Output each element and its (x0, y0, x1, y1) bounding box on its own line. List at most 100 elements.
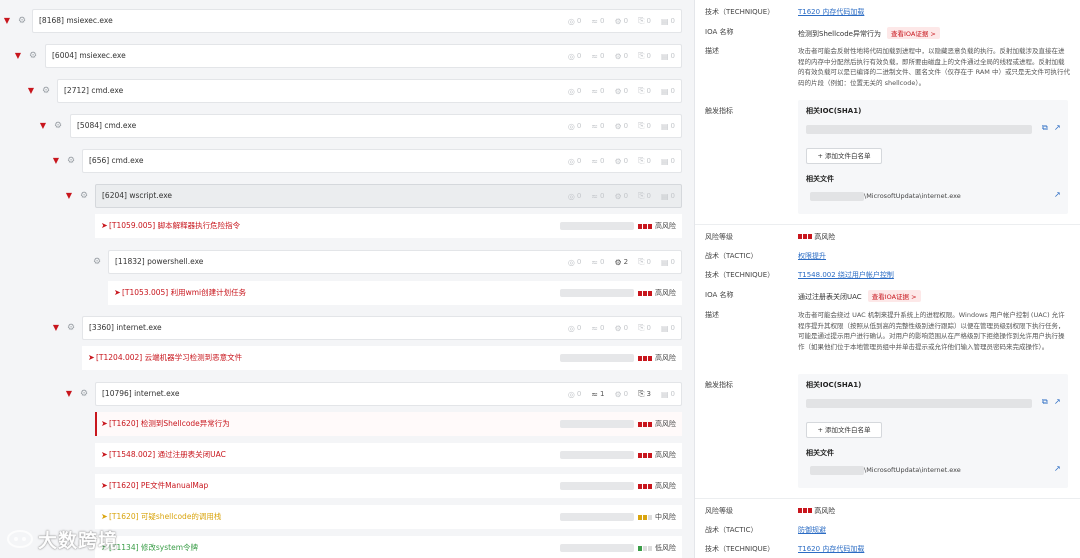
stat-counter[interactable]: ◎ 0 (568, 87, 581, 96)
stat-counter[interactable]: ⚙ 0 (614, 390, 628, 399)
copy-icon[interactable]: ⧉ (1042, 397, 1048, 407)
stat-counter[interactable]: ≈0 (591, 122, 604, 131)
stat-counter[interactable]: ◎ 0 (568, 17, 581, 26)
add-whitelist-button[interactable]: + 添加文件白名单 (806, 422, 882, 438)
process-node[interactable]: [10796] internet.exe ◎ 0 ≈1 ⚙ 0 ⎘ 3 ▤ 0 (95, 382, 682, 406)
stat-counter[interactable]: ⚙ 0 (614, 324, 628, 333)
stat-counter[interactable]: ⚙ 2 (614, 258, 628, 267)
stat-counter[interactable]: ▤ 0 (661, 258, 675, 267)
alert-text: [T1620] PE文件ManualMap (109, 481, 209, 490)
process-stats: ◎ 0 ≈0 ⚙ 0 ⎘ 0 ▤ 0 (568, 150, 675, 172)
alert-item[interactable]: ➤ [T1620] PE文件ManualMap 高风险 (95, 474, 682, 498)
alert-item[interactable]: ➤ [T1059.005] 脚本解释器执行危险指令 高风险 (95, 214, 682, 238)
tactic-link[interactable]: 防御规避 (798, 525, 826, 535)
alert-item[interactable]: ➤ [T1204.002] 云端机器学习检测到恶意文件 高风险 (82, 346, 682, 370)
stat-counter[interactable]: ⚙ 0 (614, 52, 628, 61)
stat-counter[interactable]: ⎘ 0 (638, 51, 651, 61)
stat-count: 0 (646, 324, 651, 332)
stat-counter[interactable]: ⎘ 0 (638, 323, 651, 333)
alert-item[interactable]: ➤ [T1548.002] 通过注册表关闭UAC 高风险 (95, 443, 682, 467)
stat-counter[interactable]: ▤ 0 (661, 17, 675, 26)
stat-counter[interactable]: ◎ 0 (568, 324, 581, 333)
technique-link[interactable]: T1548.002 绕过用户帐户控制 (798, 270, 894, 280)
stat-counter[interactable]: ◎ 0 (568, 258, 581, 267)
stat-counter[interactable]: ⚙ 0 (614, 157, 628, 166)
ioa-value: 通过注册表关闭UAC 查看IOA证据 > (798, 290, 921, 302)
process-node[interactable]: [6004] msiexec.exe ◎ 0 ≈0 ⚙ 0 ⎘ 0 ▤ 0 (45, 44, 682, 68)
stat-counter[interactable]: ⎘ 0 (638, 191, 651, 201)
stat-counter[interactable]: ◎ 0 (568, 52, 581, 61)
chevron-down-icon[interactable]: ▼ (51, 323, 61, 333)
stat-counter[interactable]: ⎘ 0 (638, 257, 651, 267)
stat-counter[interactable]: ⎘ 0 (638, 156, 651, 166)
stat-counter[interactable]: ≈0 (591, 52, 604, 61)
chevron-down-icon[interactable]: ▼ (51, 156, 61, 166)
stat-count: 0 (576, 122, 582, 130)
stat-counter[interactable]: ▤ 0 (661, 324, 675, 333)
stat-counter[interactable]: ⚙ 0 (614, 87, 628, 96)
registry-icon: ⚙ (614, 86, 622, 96)
tactic-link[interactable]: 权限提升 (798, 251, 826, 261)
alert-item[interactable]: ➤ [T1134] 修改system令牌 低风险 (95, 536, 682, 558)
chevron-down-icon[interactable]: ▼ (64, 191, 74, 201)
chevron-down-icon[interactable]: ▼ (2, 16, 12, 26)
stat-counter[interactable]: ▤ 0 (661, 157, 675, 166)
stat-counter[interactable]: ◎ 0 (568, 390, 581, 399)
process-node[interactable]: [2712] cmd.exe ◎ 0 ≈0 ⚙ 0 ⎘ 0 ▤ 0 (57, 79, 682, 103)
stat-counter[interactable]: ≈0 (591, 87, 604, 96)
stat-counter[interactable]: ≈0 (591, 157, 604, 166)
chevron-down-icon[interactable]: ▼ (13, 51, 23, 61)
process-node[interactable]: [11832] powershell.exe ◎ 0 ≈0 ⚙ 2 ⎘ 0 ▤ 0 (108, 250, 682, 274)
stat-count: 0 (599, 122, 605, 130)
technique-link[interactable]: T1620 内存代码加载 (798, 544, 864, 554)
alert-item[interactable]: ➤ [T1053.005] 利用wmi创建计划任务 高风险 (108, 281, 682, 305)
process-node[interactable]: [8168] msiexec.exe ◎ 0 ≈0 ⚙ 0 ⎘ 0 ▤ 0 (32, 9, 682, 33)
stat-counter[interactable]: ⎘ 0 (638, 121, 651, 131)
stat-counter[interactable]: ▤ 0 (661, 122, 675, 131)
risk-indicator: 高风险 (638, 412, 676, 436)
stat-counter[interactable]: ▤ 0 (661, 52, 675, 61)
alert-text: [T1204.002] 云端机器学习检测到恶意文件 (96, 353, 243, 362)
stat-counter[interactable]: ⎘ 0 (638, 16, 651, 26)
view-ioa-evidence-button[interactable]: 查看IOA证据 > (886, 27, 940, 39)
copy-icon[interactable]: ⧉ (1042, 123, 1048, 133)
gear-icon: ⚙ (66, 323, 76, 333)
process-node[interactable]: [656] cmd.exe ◎ 0 ≈0 ⚙ 0 ⎘ 0 ▤ 0 (82, 149, 682, 173)
risk-bar (638, 290, 642, 296)
stat-counter[interactable]: ◎ 0 (568, 122, 581, 131)
chevron-down-icon[interactable]: ▼ (26, 86, 36, 96)
open-link-icon[interactable]: ↗ (1054, 123, 1061, 132)
view-ioa-evidence-button[interactable]: 查看IOA证据 > (867, 290, 921, 302)
gear-icon: ⚙ (92, 257, 102, 267)
blurred-value (560, 544, 634, 552)
stat-counter[interactable]: ⚙ 0 (614, 122, 628, 131)
process-node[interactable]: [5084] cmd.exe ◎ 0 ≈0 ⚙ 0 ⎘ 0 ▤ 0 (70, 114, 682, 138)
stat-counter[interactable]: ≈0 (591, 192, 604, 201)
stat-counter[interactable]: ◎ 0 (568, 157, 581, 166)
alert-item[interactable]: ➤ [T1620] 检测到Shellcode异常行为 高风险 (95, 412, 682, 436)
stat-counter[interactable]: ⎘ 3 (638, 389, 651, 399)
add-whitelist-button[interactable]: + 添加文件白名单 (806, 148, 882, 164)
chevron-down-icon[interactable]: ▼ (38, 121, 48, 131)
stat-counter[interactable]: ≈1 (591, 390, 604, 399)
stat-counter[interactable]: ▤ 0 (661, 390, 675, 399)
alert-item[interactable]: ➤ [T1620] 可疑shellcode的调用栈 中风险 (95, 505, 682, 529)
stat-counter[interactable]: ≈0 (591, 258, 604, 267)
stat-counter[interactable]: ▤ 0 (661, 192, 675, 201)
file-icon: ▤ (660, 191, 669, 201)
stat-counter[interactable]: ≈0 (591, 324, 604, 333)
stat-counter[interactable]: ⚙ 0 (614, 17, 628, 26)
open-link-icon[interactable]: ↗ (1054, 464, 1061, 473)
open-link-icon[interactable]: ↗ (1054, 190, 1061, 199)
blurred-value (560, 420, 634, 428)
stat-counter[interactable]: ⎘ 0 (638, 86, 651, 96)
stat-counter[interactable]: ◎ 0 (568, 192, 581, 201)
open-link-icon[interactable]: ↗ (1054, 397, 1061, 406)
stat-counter[interactable]: ≈0 (591, 17, 604, 26)
process-node[interactable]: [6204] wscript.exe ◎ 0 ≈0 ⚙ 0 ⎘ 0 ▤ 0 (95, 184, 682, 208)
chevron-down-icon[interactable]: ▼ (64, 389, 74, 399)
stat-counter[interactable]: ⚙ 0 (614, 192, 628, 201)
stat-counter[interactable]: ▤ 0 (661, 87, 675, 96)
process-node[interactable]: [3360] internet.exe ◎ 0 ≈0 ⚙ 0 ⎘ 0 ▤ 0 (82, 316, 682, 340)
technique-link[interactable]: T1620 内存代码加载 (798, 7, 864, 17)
